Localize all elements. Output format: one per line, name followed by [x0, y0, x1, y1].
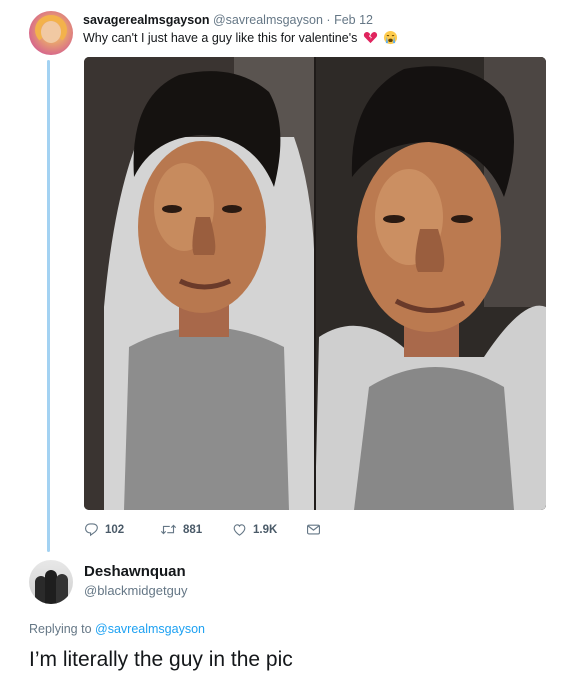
reply-author-name[interactable]: Deshawnquan — [84, 563, 188, 581]
envelope-icon — [307, 524, 320, 535]
reply-icon — [84, 523, 98, 537]
replying-to-label: Replying to — [29, 622, 92, 636]
tweet-date[interactable]: Feb 12 — [334, 13, 373, 27]
avatar[interactable] — [29, 11, 73, 55]
reply-author-handle[interactable]: @blackmidgetguy — [84, 582, 188, 600]
retweet-icon — [160, 524, 177, 535]
tweet-photo[interactable] — [84, 57, 546, 510]
thread-connector-line — [47, 60, 50, 552]
photo-collage — [84, 57, 546, 510]
tweet-header: savagerealmsgayson @savrealmsgayson · Fe… — [83, 12, 373, 28]
replying-to-line: Replying to @savrealmsgayson — [29, 622, 205, 636]
header-separator: · — [326, 13, 331, 27]
reply-text: I’m literally the guy in the pic — [29, 648, 293, 671]
retweet-count: 881 — [183, 523, 203, 536]
avatar[interactable] — [29, 560, 73, 604]
like-action[interactable]: 1.9K — [232, 522, 277, 537]
reply-header: Deshawnquan @blackmidgetguy — [84, 563, 188, 600]
direct-message-action[interactable] — [306, 522, 321, 537]
heart-icon — [233, 524, 246, 536]
reply-action[interactable]: 102 — [84, 522, 124, 537]
tweet-text: Why can't I just have a guy like this fo… — [83, 30, 398, 46]
reply-count: 102 — [105, 523, 125, 536]
retweet-action[interactable]: 881 — [160, 522, 202, 537]
crying-face-emoji — [384, 30, 398, 45]
author-name[interactable]: savagerealmsgayson — [83, 13, 209, 27]
author-handle[interactable]: @savrealmsgayson — [213, 13, 323, 27]
broken-heart-emoji — [363, 32, 377, 44]
like-count: 1.9K — [253, 523, 278, 536]
tweet-body: Why can't I just have a guy like this fo… — [83, 31, 358, 45]
replying-to-link[interactable]: @savrealmsgayson — [95, 622, 205, 636]
